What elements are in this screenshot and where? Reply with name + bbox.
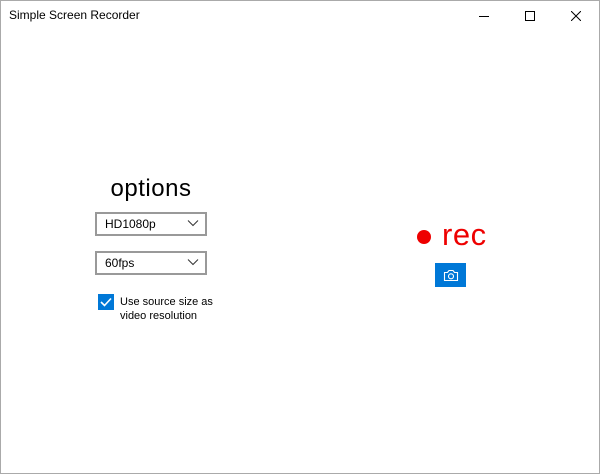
chevron-down-icon bbox=[187, 259, 199, 266]
app-window: Simple Screen Recorder options HD1080p 6… bbox=[0, 0, 600, 474]
record-dot-icon[interactable] bbox=[417, 230, 431, 244]
framerate-selected-value: 60fps bbox=[105, 256, 135, 270]
use-source-size-label-line1: Use source size as bbox=[120, 296, 213, 308]
minimize-button[interactable] bbox=[461, 1, 507, 31]
framerate-dropdown[interactable]: 60fps bbox=[95, 251, 207, 275]
maximize-button[interactable] bbox=[507, 1, 553, 31]
screenshot-button[interactable] bbox=[435, 263, 466, 287]
checkmark-icon bbox=[100, 297, 112, 307]
use-source-size-checkbox[interactable] bbox=[98, 294, 114, 310]
options-heading: options bbox=[110, 175, 192, 202]
title-bar[interactable]: Simple Screen Recorder bbox=[1, 1, 599, 31]
use-source-size-label-line2: video resolution bbox=[120, 310, 198, 322]
chevron-down-icon bbox=[187, 220, 199, 227]
minimize-icon bbox=[479, 16, 489, 17]
resolution-selected-value: HD1080p bbox=[105, 217, 156, 231]
maximize-icon bbox=[525, 11, 535, 21]
record-button[interactable]: rec bbox=[442, 217, 487, 253]
resolution-dropdown[interactable]: HD1080p bbox=[95, 212, 207, 236]
close-button[interactable] bbox=[553, 1, 599, 31]
close-icon bbox=[571, 11, 581, 21]
window-title: Simple Screen Recorder bbox=[9, 8, 140, 22]
camera-icon bbox=[443, 269, 458, 281]
use-source-size-label: Use source size as video resolution bbox=[120, 295, 230, 323]
